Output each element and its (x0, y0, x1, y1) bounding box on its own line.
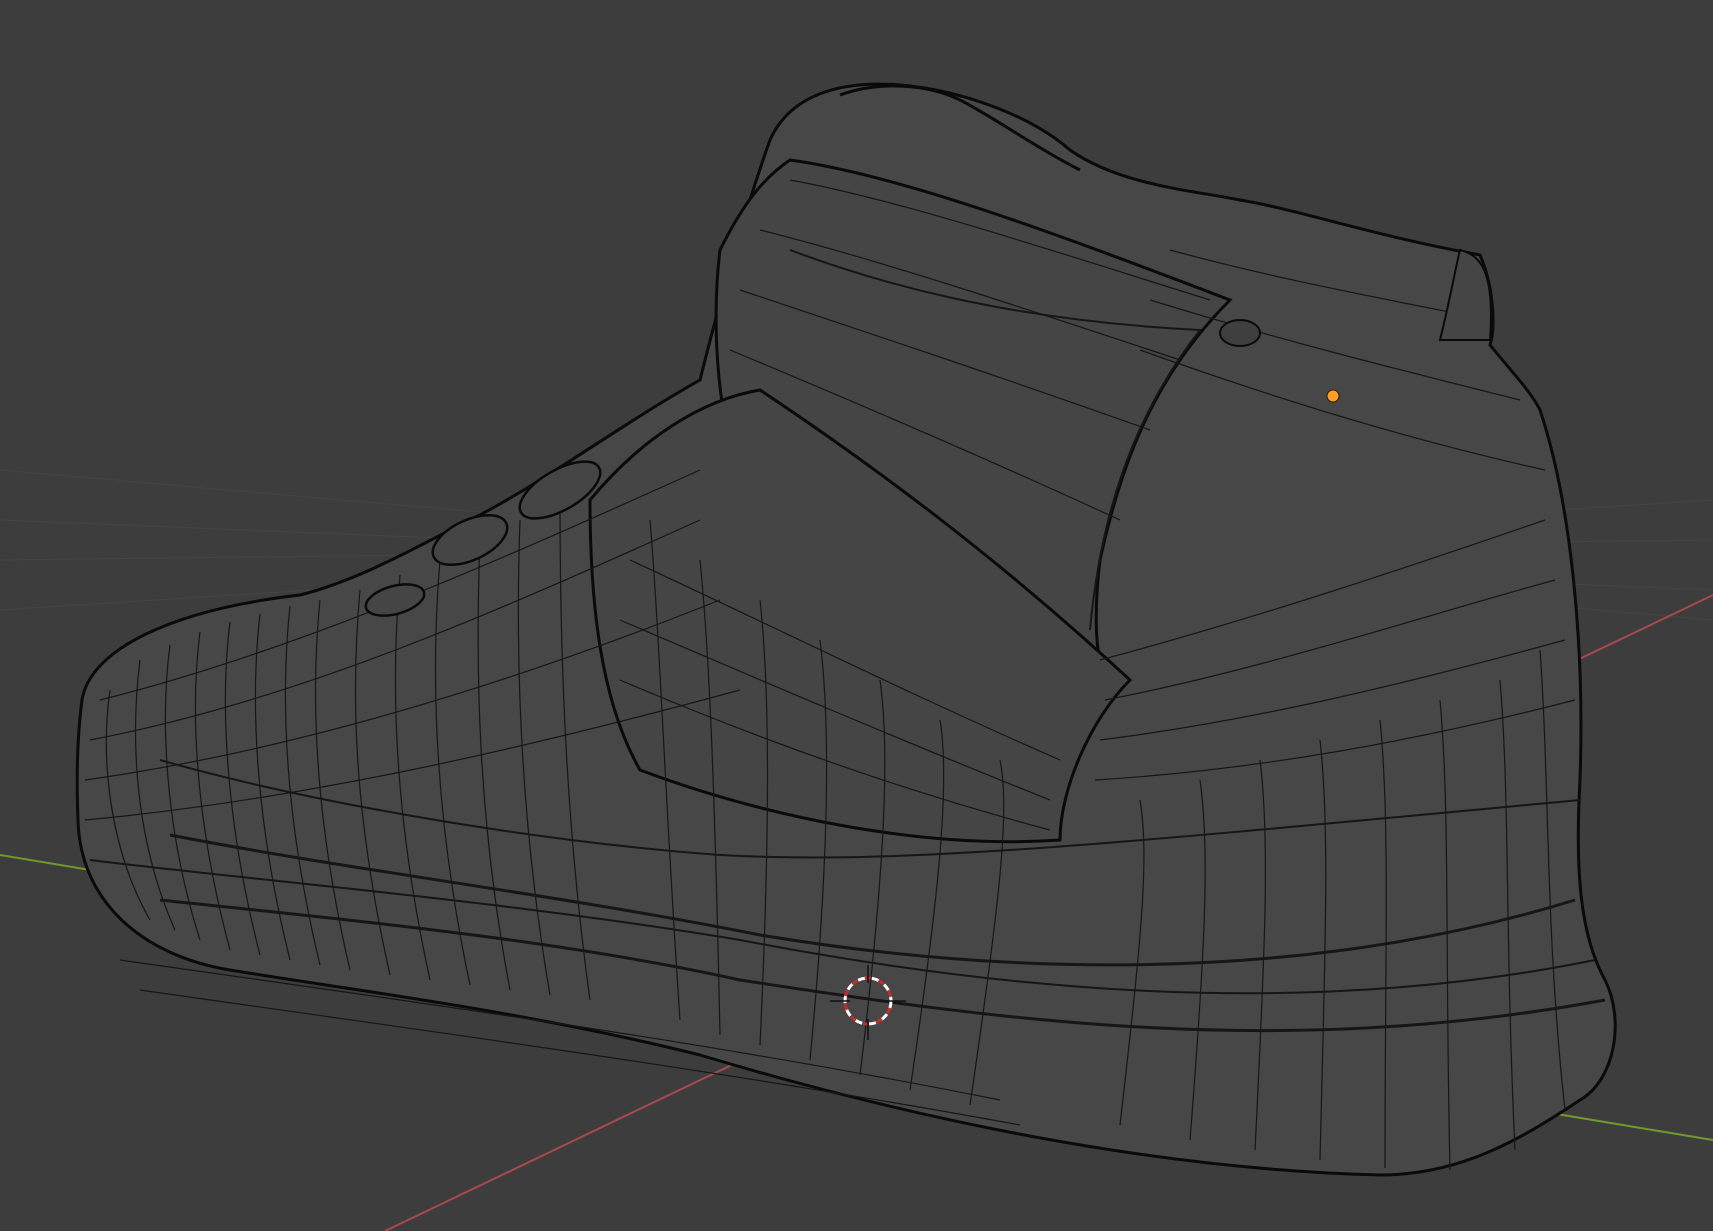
strap-hole (1219, 319, 1261, 347)
3d-viewport[interactable] (0, 0, 1713, 1231)
origin-dot-icon[interactable] (1326, 389, 1340, 403)
viewport-canvas[interactable] (0, 0, 1713, 1231)
